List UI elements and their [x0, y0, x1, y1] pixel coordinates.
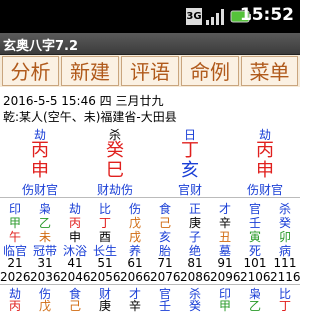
- cell: 2096: [210, 270, 241, 284]
- person-line: 乾:某人(空午、未)福建省-大田县: [3, 110, 177, 124]
- pillar-branch: 巳: [106, 160, 124, 181]
- pillar-branch: 申: [256, 160, 274, 181]
- cell: 2116: [270, 270, 301, 284]
- menu-menu-button[interactable]: 菜单: [241, 56, 298, 86]
- menu-analyze-button[interactable]: 分析: [2, 56, 59, 86]
- cell: 2036: [30, 270, 61, 284]
- status-time: 15:52: [239, 5, 294, 25]
- pillar-stem: 丙: [31, 140, 49, 161]
- pillar-hidden: 伤财官: [21, 183, 58, 197]
- cell: 61: [127, 256, 143, 270]
- cell: 91: [217, 256, 233, 270]
- pillar-stem: 丁: [181, 140, 199, 161]
- cell: 101: [243, 256, 267, 270]
- divider: [0, 197, 300, 198]
- cell: 2056: [90, 270, 121, 284]
- cell: 2106: [240, 270, 271, 284]
- pillar-stem: 癸: [106, 140, 124, 161]
- menu-bar: 分析 新建 评语 命例 菜单: [0, 55, 300, 87]
- cell: 41: [67, 256, 83, 270]
- pillar-hidden: 伤财官: [246, 183, 283, 197]
- pillar-branch: 申: [31, 160, 49, 181]
- menu-comment-button[interactable]: 评语: [121, 56, 179, 86]
- cell: 2026: [0, 270, 31, 284]
- date-line: 2016-5-5 15:46 四 三月廿九: [3, 94, 164, 108]
- pillar-hidden: 官财: [177, 183, 202, 197]
- cell: 111: [273, 256, 297, 270]
- cell: 71: [157, 256, 173, 270]
- cell: 31: [37, 256, 53, 270]
- menu-cases-button[interactable]: 命例: [181, 56, 239, 86]
- menu-new-button[interactable]: 新建: [61, 56, 119, 86]
- cell: 51: [97, 256, 113, 270]
- app-title-bar: 玄奥八字7.2: [0, 33, 300, 55]
- cell: 81: [187, 256, 203, 270]
- pillar-branch: 亥: [181, 160, 199, 181]
- status-bar: 3G 15:52: [0, 0, 300, 33]
- cell: 2046: [60, 270, 91, 284]
- signal-strength-icon: [206, 9, 224, 25]
- app-title: 玄奥八字7.2: [3, 39, 79, 54]
- pillar-hidden: 财劫伤: [96, 183, 133, 197]
- cell: 2076: [150, 270, 181, 284]
- signal-3g-icon: 3G: [186, 8, 202, 25]
- cell: 2066: [120, 270, 151, 284]
- cell: 21: [7, 256, 23, 270]
- pillar-stem: 丙: [256, 140, 274, 161]
- cell: 2086: [180, 270, 211, 284]
